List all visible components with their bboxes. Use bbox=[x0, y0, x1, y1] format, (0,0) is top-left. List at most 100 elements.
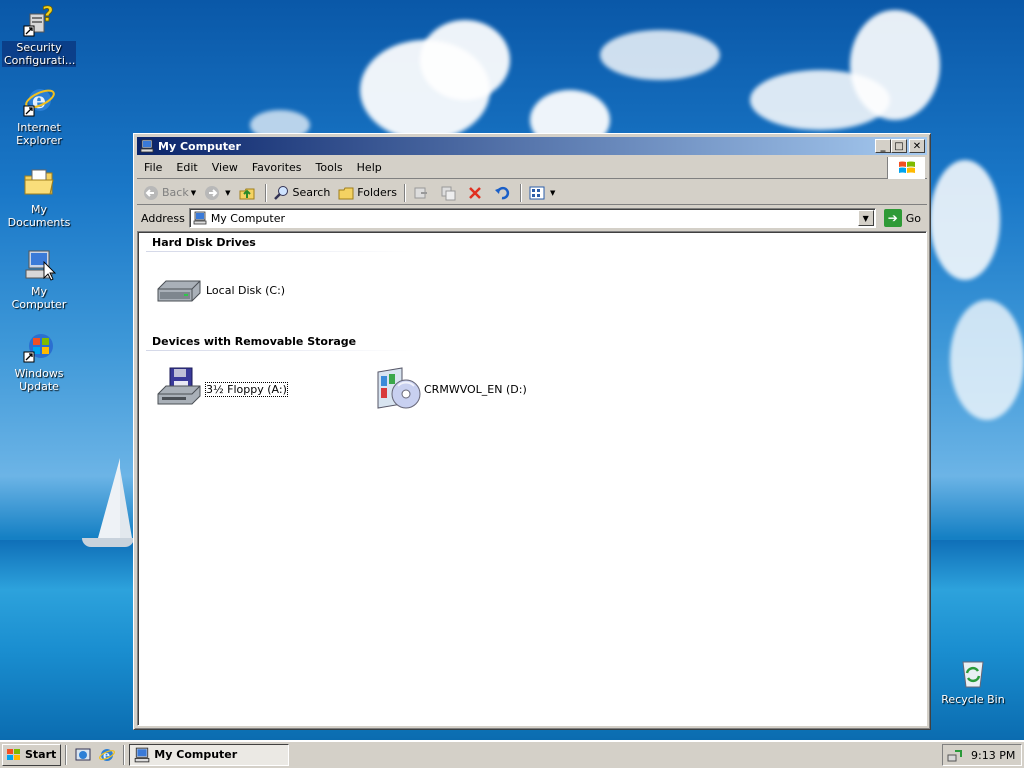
desktop-icon-my-computer[interactable]: My Computer bbox=[2, 248, 76, 311]
address-bar: Address My Computer ▼ ➔ Go bbox=[137, 206, 927, 230]
menu-tools[interactable]: Tools bbox=[309, 159, 350, 176]
hard-disk-icon bbox=[157, 280, 201, 302]
move-to-button[interactable] bbox=[409, 182, 436, 204]
up-folder-button[interactable] bbox=[235, 182, 262, 204]
desktop-icon-internet-explorer[interactable]: e Internet Explorer bbox=[2, 84, 76, 147]
undo-button[interactable] bbox=[490, 182, 517, 204]
toolbar-separator bbox=[404, 183, 407, 202]
close-button[interactable]: ✕ bbox=[909, 139, 925, 153]
maximize-button[interactable]: □ bbox=[891, 139, 907, 153]
taskbar-button-my-computer[interactable]: My Computer bbox=[129, 743, 290, 766]
my-computer-window: My Computer _ □ ✕ File Edit View Favorit… bbox=[133, 133, 931, 730]
cd-drive-icon bbox=[377, 367, 421, 409]
desktop-icon-label: Security Configurati... bbox=[2, 41, 76, 67]
svg-text:?: ? bbox=[42, 4, 54, 26]
menu-help[interactable]: Help bbox=[350, 159, 389, 176]
chevron-down-icon: ▼ bbox=[862, 213, 869, 223]
views-dropdown-icon: ▼ bbox=[550, 188, 556, 197]
group-header-removable-storage: Devices with Removable Storage bbox=[152, 335, 357, 348]
up-folder-icon bbox=[239, 188, 254, 199]
show-desktop-icon[interactable] bbox=[74, 746, 92, 764]
minimize-icon: _ bbox=[880, 140, 886, 152]
copy-to-icon bbox=[441, 186, 456, 200]
back-button-label: Back bbox=[162, 186, 189, 199]
my-documents-icon bbox=[22, 166, 56, 200]
my-computer-small-icon bbox=[193, 211, 207, 225]
folders-icon bbox=[338, 187, 354, 199]
folders-button[interactable]: Folders bbox=[334, 182, 401, 204]
network-tray-icon[interactable] bbox=[947, 747, 963, 763]
recycle-bin-icon bbox=[956, 656, 990, 690]
desktop-icon-label: Recycle Bin bbox=[941, 693, 1005, 706]
views-button[interactable]: ▼ bbox=[525, 182, 559, 204]
address-value: My Computer bbox=[210, 211, 285, 225]
standard-toolbar: Back ▼ ▼ Search Folders ▼ bbox=[137, 181, 927, 205]
desktop-icon-recycle-bin[interactable]: Recycle Bin bbox=[936, 656, 1010, 706]
desktop-icon-label: My Documents bbox=[7, 203, 71, 229]
desktop-icon-security-configuration[interactable]: ? Security Configurati... bbox=[2, 2, 76, 67]
sailboat-hull bbox=[82, 538, 134, 547]
forward-arrow-icon bbox=[205, 185, 220, 200]
folders-button-label: Folders bbox=[357, 186, 398, 199]
windows-update-icon bbox=[22, 330, 56, 364]
maximize-icon: □ bbox=[894, 140, 904, 152]
file-view-pane: Hard Disk Drives Local Disk (C:) Devices… bbox=[137, 231, 927, 726]
window-titlebar[interactable]: My Computer _ □ ✕ bbox=[137, 137, 927, 155]
search-button[interactable]: Search bbox=[270, 182, 335, 204]
desktop-icon-windows-update[interactable]: Windows Update bbox=[2, 330, 76, 393]
address-dropdown-button[interactable]: ▼ bbox=[857, 210, 874, 226]
start-button-label: Start bbox=[25, 748, 57, 761]
minimize-button[interactable]: _ bbox=[875, 139, 891, 153]
sailboat-main-sail bbox=[98, 458, 120, 538]
my-computer-icon bbox=[22, 248, 57, 282]
windows-logo-icon bbox=[887, 157, 925, 179]
clock[interactable]: 9:13 PM bbox=[971, 749, 1015, 762]
start-button[interactable]: Start bbox=[2, 743, 62, 766]
address-input[interactable]: My Computer ▼ bbox=[188, 208, 876, 228]
desktop-icon-my-documents[interactable]: My Documents bbox=[2, 166, 76, 229]
close-icon: ✕ bbox=[912, 140, 922, 152]
drive-floppy-a[interactable]: 3½ Floppy (A:) bbox=[154, 364, 288, 414]
group-divider bbox=[146, 350, 416, 351]
back-button[interactable]: Back ▼ bbox=[139, 182, 200, 204]
menu-view[interactable]: View bbox=[205, 159, 245, 176]
search-icon bbox=[273, 185, 288, 200]
desktop-icon-label: My Computer bbox=[11, 285, 67, 311]
forward-button[interactable]: ▼ bbox=[200, 182, 234, 204]
undo-icon bbox=[495, 186, 510, 199]
windows-logo-icon bbox=[7, 748, 20, 760]
my-computer-small-icon bbox=[134, 747, 150, 762]
delete-x-icon bbox=[469, 186, 481, 199]
drive-label: Local Disk (C:) bbox=[206, 283, 286, 297]
system-tray: 9:13 PM bbox=[942, 744, 1022, 766]
desktop-icon-label: Internet Explorer bbox=[16, 121, 62, 147]
internet-explorer-quicklaunch-icon[interactable]: e bbox=[98, 746, 116, 764]
copy-to-button[interactable] bbox=[436, 182, 463, 204]
desktop-icon-label: Windows Update bbox=[14, 367, 64, 393]
floppy-drive-icon bbox=[157, 367, 201, 405]
menu-favorites[interactable]: Favorites bbox=[245, 159, 309, 176]
delete-button[interactable] bbox=[463, 182, 490, 204]
sailboat-jib bbox=[120, 468, 132, 538]
group-divider bbox=[146, 251, 416, 252]
menu-file[interactable]: File bbox=[137, 159, 169, 176]
back-arrow-icon bbox=[144, 185, 158, 200]
search-button-label: Search bbox=[292, 186, 331, 199]
security-configuration-icon: ? bbox=[22, 2, 56, 38]
drive-label: CRMWVOL_EN (D:) bbox=[424, 382, 527, 396]
move-to-icon bbox=[414, 187, 428, 198]
toolbar-separator bbox=[520, 183, 523, 202]
drive-local-disk-c[interactable]: Local Disk (C:) bbox=[154, 265, 285, 315]
back-dropdown-icon: ▼ bbox=[190, 188, 197, 197]
drive-label: 3½ Floppy (A:) bbox=[205, 381, 288, 397]
forward-dropdown-icon: ▼ bbox=[225, 188, 231, 197]
go-button[interactable]: ➔ Go bbox=[882, 209, 927, 227]
menu-edit[interactable]: Edit bbox=[169, 159, 204, 176]
taskbar-button-label: My Computer bbox=[154, 748, 238, 761]
menu-bar: File Edit View Favorites Tools Help bbox=[137, 157, 927, 179]
toolbar-separator bbox=[264, 183, 267, 202]
go-arrow-icon: ➔ bbox=[883, 209, 902, 227]
my-computer-small-icon bbox=[140, 139, 154, 153]
group-header-hard-disk-drives: Hard Disk Drives bbox=[152, 236, 256, 249]
drive-cd-d[interactable]: CRMWVOL_EN (D:) bbox=[372, 364, 527, 414]
